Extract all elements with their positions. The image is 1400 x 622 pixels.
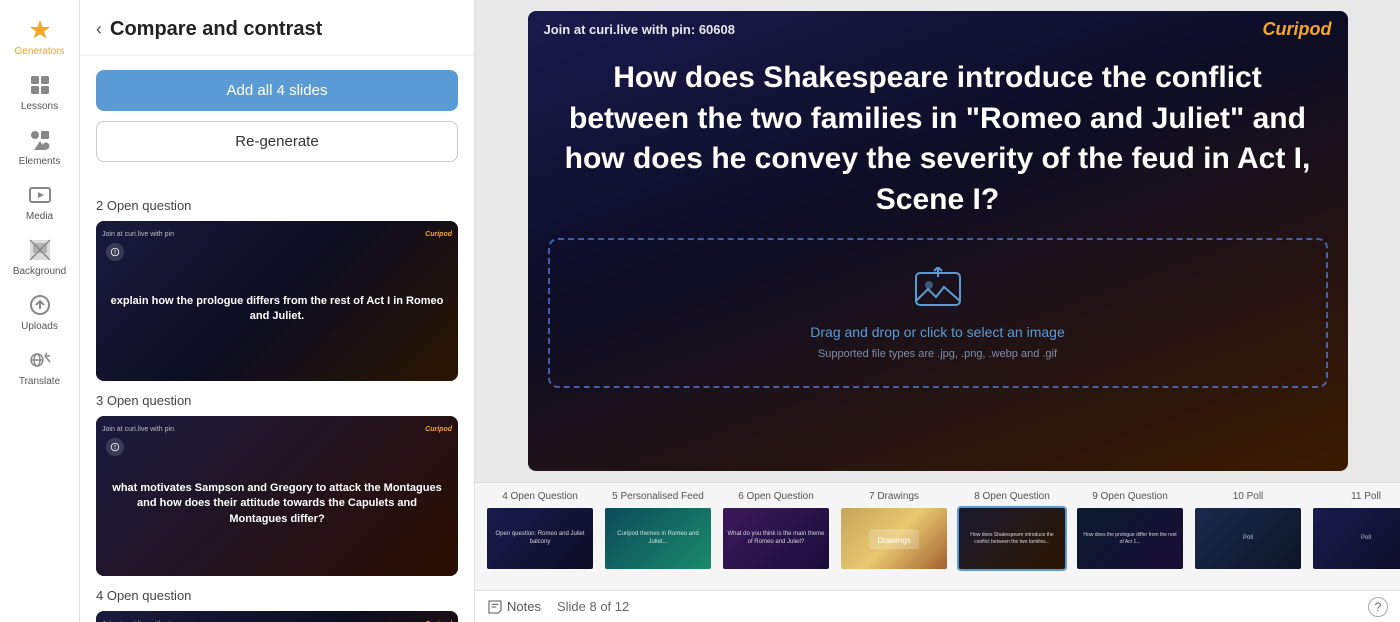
slide-main-question: How does Shakespeare introduce the confl… xyxy=(528,48,1348,230)
regenerate-button[interactable]: Re-generate xyxy=(96,121,458,162)
elements-icon xyxy=(28,128,52,152)
add-all-slides-button[interactable]: Add all 4 slides xyxy=(96,70,458,111)
notes-button[interactable]: Notes xyxy=(487,599,541,615)
slide-section-label-2: 2 Open question xyxy=(96,198,458,213)
background-icon xyxy=(28,238,52,262)
slide-thumb-text-2: explain how the prologue differs from th… xyxy=(108,278,446,325)
slide-section-label-4: 4 Open question xyxy=(96,588,458,603)
slide-info: Slide 8 of 12 xyxy=(557,599,629,614)
back-button[interactable]: ‹ xyxy=(96,19,102,40)
sidebar-item-media[interactable]: Media xyxy=(0,175,79,230)
panel-slide-thumb-4[interactable]: Join at curi.live with pin Curipod How d… xyxy=(96,611,458,622)
film-slide-5[interactable]: 5 Personalised Feed Curipod themes in Ro… xyxy=(603,491,713,571)
left-sidebar: Generators Lessons Elements Media xyxy=(0,0,80,622)
help-button[interactable]: ? xyxy=(1368,597,1388,617)
sidebar-item-uploads[interactable]: Uploads xyxy=(0,285,79,340)
panel-slide-thumb-2[interactable]: Join at curi.live with pin Curipod expla… xyxy=(96,221,458,381)
sidebar-item-elements[interactable]: Elements xyxy=(0,120,79,175)
slide-thumb-icon-3 xyxy=(106,438,124,456)
film-slide-7[interactable]: 7 Drawings Drawings xyxy=(839,491,949,571)
slide-thumb-icon-2 xyxy=(106,243,124,261)
generators-icon xyxy=(28,18,52,42)
uploads-icon xyxy=(28,293,52,317)
slide-top-bar: Join at curi.live with pin: 60608 Curipo… xyxy=(528,11,1348,48)
panel: ‹ Compare and contrast Add all 4 slides … xyxy=(80,0,475,622)
sidebar-item-translate[interactable]: Translate xyxy=(0,340,79,395)
film-slide-10[interactable]: 10 Poll Poll xyxy=(1193,491,1303,571)
panel-slides-list: 2 Open question Join at curi.live with p… xyxy=(80,176,474,622)
notes-icon xyxy=(487,599,503,615)
bottom-bar: 4 Open Question Open question: Romeo and… xyxy=(475,482,1400,622)
slide-logo: Curipod xyxy=(1263,19,1332,40)
slide-drop-label: Drag and drop or click to select an imag… xyxy=(810,324,1064,340)
slide-image-drop-zone[interactable]: Drag and drop or click to select an imag… xyxy=(548,238,1328,388)
panel-buttons: Add all 4 slides Re-generate xyxy=(80,56,474,176)
sidebar-item-generators[interactable]: Generators xyxy=(0,10,79,65)
slide-canvas: Join at curi.live with pin: 60608 Curipo… xyxy=(528,11,1348,471)
film-slide-4[interactable]: 4 Open Question Open question: Romeo and… xyxy=(485,491,595,571)
panel-title: Compare and contrast xyxy=(110,18,322,41)
lessons-icon xyxy=(28,73,52,97)
translate-icon xyxy=(28,348,52,372)
slide-join-text: Join at curi.live with pin: 60608 xyxy=(544,22,735,37)
filmstrip: 4 Open Question Open question: Romeo and… xyxy=(475,483,1400,590)
bottom-status: Notes Slide 8 of 12 ? xyxy=(475,590,1400,622)
slide-thumb-text-3: what motivates Sampson and Gregory to at… xyxy=(108,465,446,527)
sidebar-item-lessons[interactable]: Lessons xyxy=(0,65,79,120)
slide-section-label-3: 3 Open question xyxy=(96,393,458,408)
film-slide-6[interactable]: 6 Open Question What do you think is the… xyxy=(721,491,831,571)
sidebar-item-background[interactable]: Background xyxy=(0,230,79,285)
main-content: Join at curi.live with pin: 60608 Curipo… xyxy=(475,0,1400,622)
media-icon xyxy=(28,183,52,207)
slide-drop-sublabel: Supported file types are .jpg, .png, .we… xyxy=(818,348,1057,360)
image-drop-icon xyxy=(914,267,962,316)
film-slide-8[interactable]: 8 Open Question How does Shakespeare int… xyxy=(957,491,1067,571)
slide-area: Join at curi.live with pin: 60608 Curipo… xyxy=(475,0,1400,482)
film-slide-9[interactable]: 9 Open Question How does the prologue di… xyxy=(1075,491,1185,571)
panel-header: ‹ Compare and contrast xyxy=(80,0,474,56)
svg-text:Drawings: Drawings xyxy=(877,536,910,545)
panel-slide-thumb-3[interactable]: Join at curi.live with pin Curipod what … xyxy=(96,416,458,576)
film-slide-11[interactable]: 11 Poll Poll xyxy=(1311,491,1400,571)
